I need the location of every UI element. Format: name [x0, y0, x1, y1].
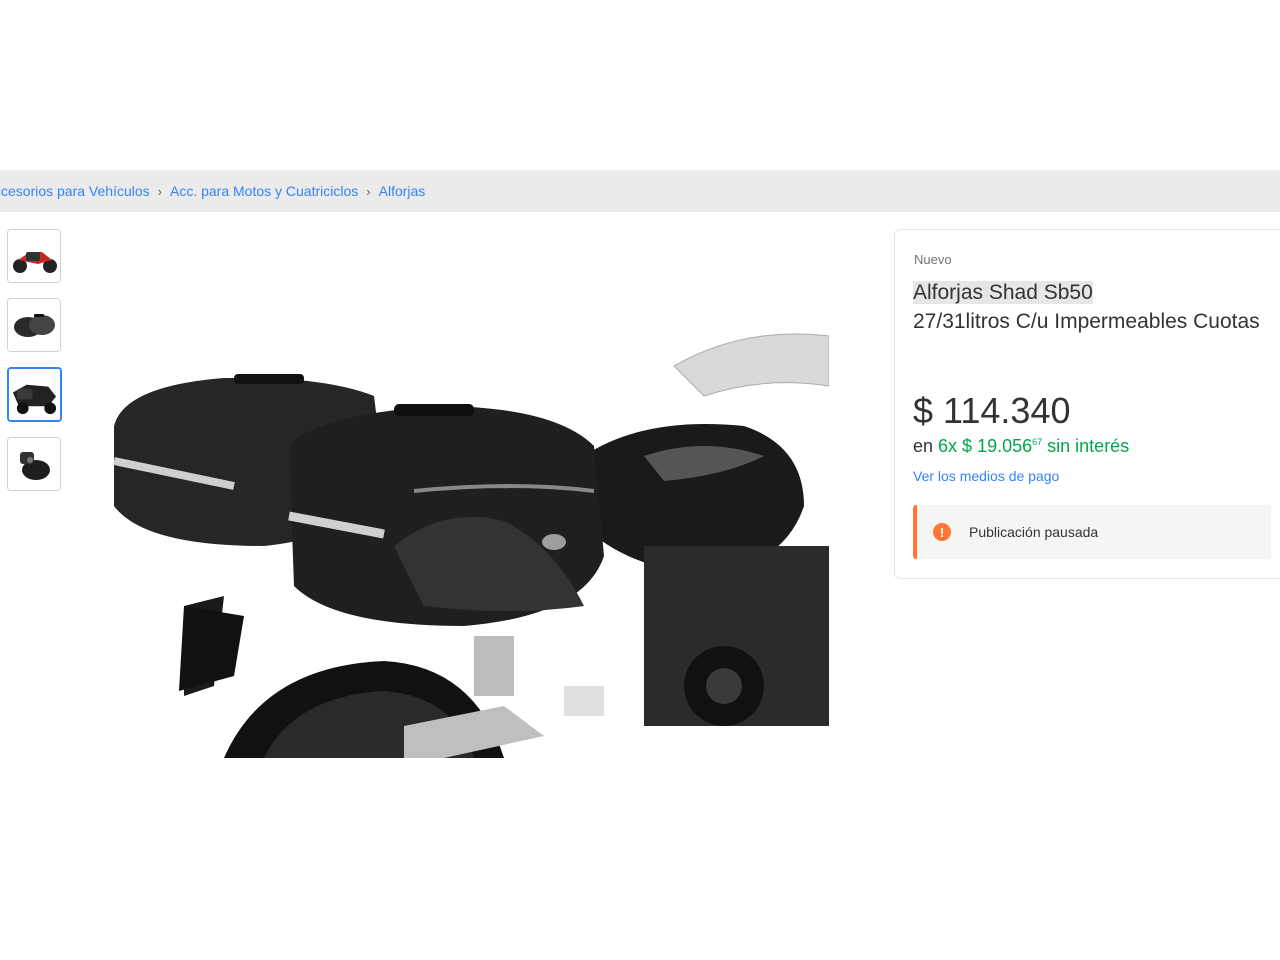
breadcrumb-item-acc-motos[interactable]: Acc. para Motos y Cuatriciclos — [170, 183, 358, 199]
chevron-right-icon: › — [157, 183, 162, 199]
installments-amount: 6x $ 19.056 — [938, 436, 1033, 456]
product-price: $ 114.340 — [913, 390, 1071, 431]
paused-listing-notice: ! Publicación pausada — [913, 505, 1271, 559]
thumbnail-gallery — [7, 229, 62, 506]
installments-info: en 6x $ 19.05667 sin interés — [913, 436, 1129, 457]
installments-suffix: sin interés — [1047, 436, 1130, 456]
breadcrumb: ccesorios para Vehículos › Acc. para Mot… — [0, 170, 1280, 212]
installments-prefix: en — [913, 436, 934, 456]
product-title: Alforjas Shad Sb50 27/31litros C/u Imper… — [913, 278, 1263, 336]
thumbnail-saddlebags-on-bike[interactable] — [7, 367, 62, 422]
breadcrumb-item-alforjas[interactable]: Alforjas — [379, 183, 426, 199]
product-title-rest: 27/31litros C/u Impermeables Cuotas — [913, 310, 1260, 333]
buy-box: Nuevo Alforjas Shad Sb50 27/31litros C/u… — [894, 229, 1280, 579]
paused-listing-text: Publicación pausada — [969, 524, 1099, 540]
condition-label: Nuevo — [914, 252, 952, 267]
thumbnail-motorcycle-side[interactable] — [7, 229, 61, 283]
thumbnail-saddlebags[interactable] — [7, 298, 61, 352]
thumbnail-saddlebag-detail[interactable] — [7, 437, 61, 491]
breadcrumb-item-accesorios-vehiculos[interactable]: ccesorios para Vehículos — [0, 183, 150, 199]
warning-icon: ! — [933, 523, 951, 541]
payment-methods-link[interactable]: Ver los medios de pago — [913, 468, 1059, 484]
product-title-highlight: Alforjas Shad Sb50 — [913, 281, 1093, 304]
chevron-right-icon: › — [366, 183, 371, 199]
product-main-image[interactable] — [84, 306, 829, 758]
installments-cents: 67 — [1032, 437, 1043, 447]
